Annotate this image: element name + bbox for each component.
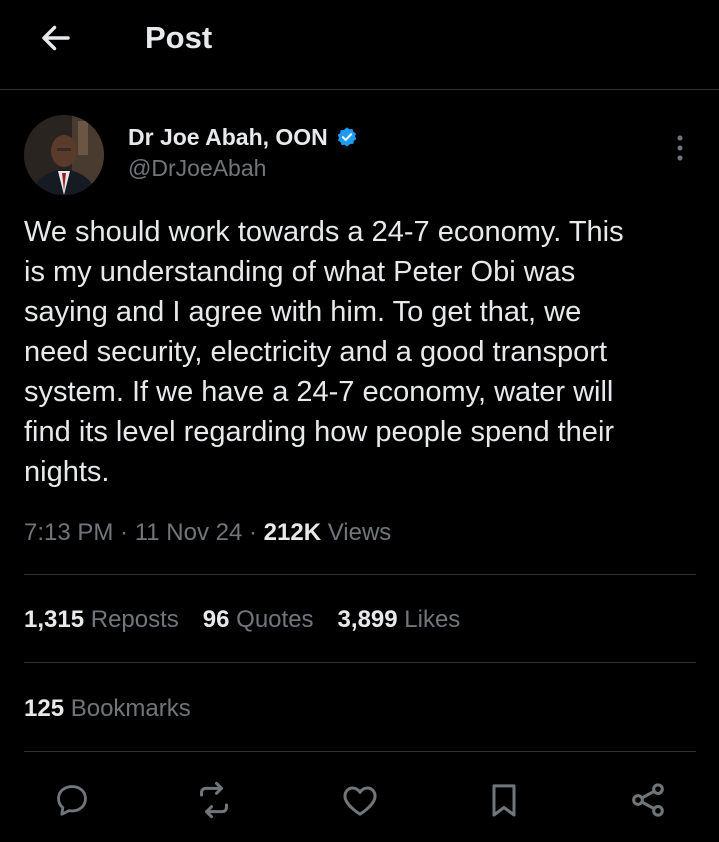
- avatar-image: [24, 115, 104, 195]
- bookmark-icon: [492, 784, 516, 817]
- reply-icon: [57, 785, 87, 816]
- views-label: Views: [321, 519, 392, 546]
- likes-stat[interactable]: 3,899 Likes: [338, 602, 461, 638]
- reply-button[interactable]: [48, 776, 96, 824]
- action-bar: [0, 770, 719, 830]
- author-handle[interactable]: @DrJoeAbah: [128, 153, 266, 183]
- reposts-label: Reposts: [90, 606, 179, 633]
- tweet-date[interactable]: 11 Nov 24: [135, 519, 243, 546]
- likes-count: 3,899: [337, 606, 398, 633]
- quotes-stat[interactable]: 96 Quotes: [203, 602, 314, 638]
- like-button[interactable]: [336, 776, 384, 824]
- reposts-stat[interactable]: 1,315 Reposts: [24, 602, 179, 638]
- bookmarks-label: Bookmarks: [70, 695, 191, 722]
- quotes-count: 96: [202, 606, 230, 633]
- meta-separator: ·: [113, 519, 135, 546]
- tweet-text: We should work towards a 24-7 economy. T…: [24, 216, 624, 488]
- quotes-label: Quotes: [236, 606, 314, 633]
- more-options-button[interactable]: [664, 130, 696, 166]
- tweet-meta: 7:13 PM · 11 Nov 24 · 212K Views: [24, 516, 391, 550]
- bookmark-button[interactable]: [480, 776, 528, 824]
- back-button[interactable]: [36, 18, 76, 58]
- share-icon: [632, 783, 664, 817]
- tweet-time[interactable]: 7:13 PM: [24, 519, 113, 546]
- more-vertical-icon: [677, 135, 683, 161]
- meta-separator: ·: [242, 519, 264, 546]
- views-count: 212K: [263, 519, 322, 546]
- arrow-left-icon: [42, 25, 70, 51]
- share-button[interactable]: [624, 776, 672, 824]
- author-name-text: Dr Joe Abah, OON: [128, 124, 328, 150]
- top-bar: Post: [0, 0, 719, 90]
- divider: [24, 574, 696, 575]
- author-name[interactable]: Dr Joe Abah, OON: [128, 122, 358, 152]
- bookmarks-stat[interactable]: 125 Bookmarks: [24, 691, 191, 727]
- verified-badge-icon: [337, 127, 357, 147]
- page-title: Post: [145, 20, 213, 55]
- divider: [24, 751, 696, 752]
- bookmarks-count: 125: [24, 695, 65, 722]
- heart-icon: [343, 786, 377, 816]
- repost-icon: [200, 781, 228, 819]
- repost-button[interactable]: [190, 776, 238, 824]
- divider: [24, 662, 696, 663]
- avatar[interactable]: [24, 115, 104, 195]
- engagement-stats: 1,315 Reposts 96 Quotes 3,899 Likes: [24, 602, 460, 638]
- likes-label: Likes: [404, 606, 461, 633]
- reposts-count: 1,315: [24, 606, 85, 633]
